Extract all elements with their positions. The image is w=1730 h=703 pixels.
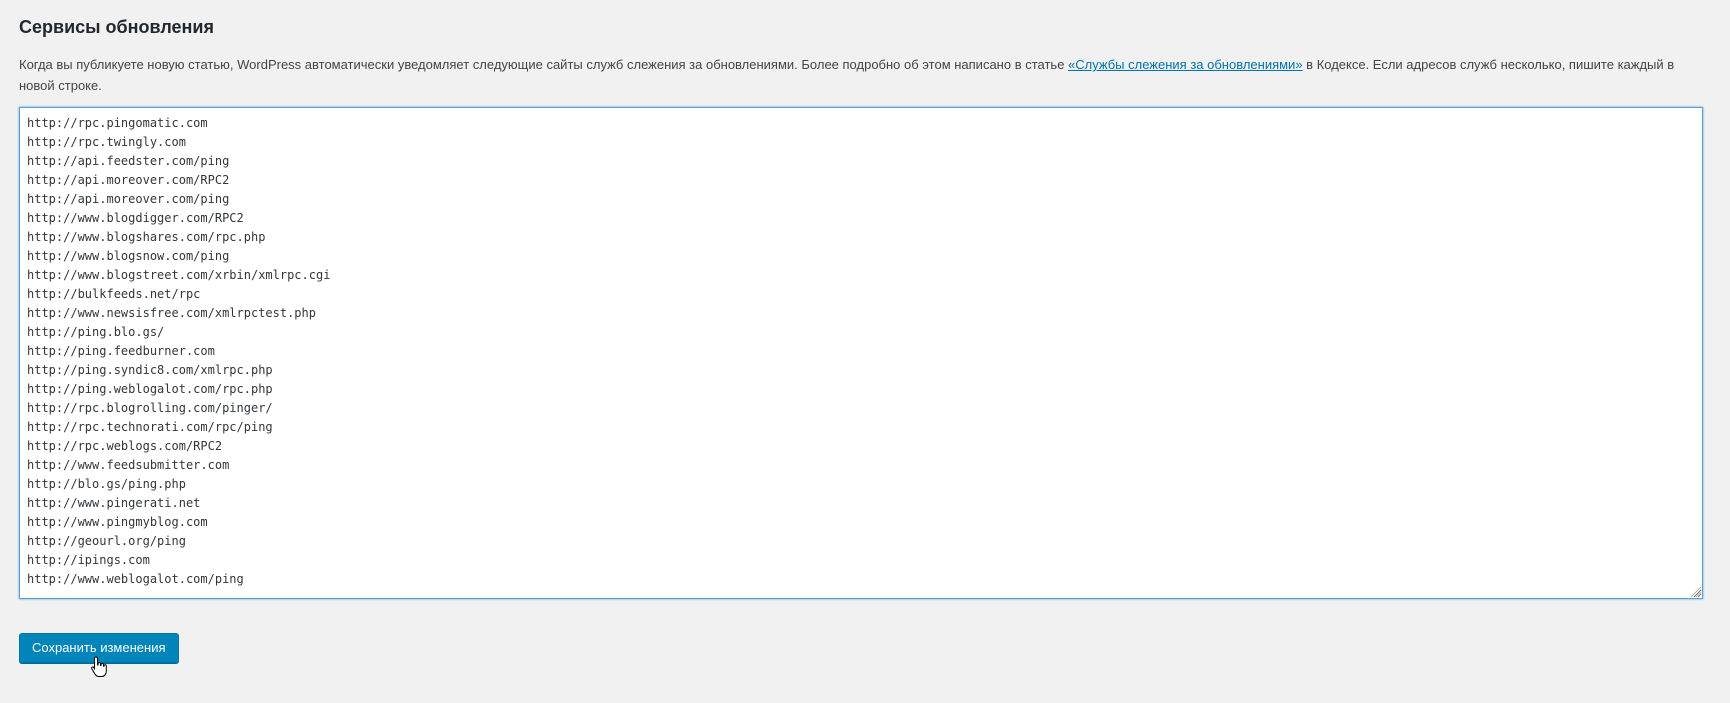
section-description: Когда вы публикуете новую статью, WordPr… (19, 54, 1709, 96)
update-services-link[interactable]: «Службы слежения за обновлениями» (1068, 57, 1303, 72)
update-services-settings: Сервисы обновления Когда вы публикуете н… (0, 0, 1730, 703)
section-title: Сервисы обновления (19, 17, 214, 37)
ping-sites-textarea[interactable]: http://rpc.pingomatic.com http://rpc.twi… (19, 107, 1703, 599)
hand-pointer-icon (91, 656, 107, 677)
resize-grip-icon[interactable] (1691, 587, 1701, 597)
description-text-before: Когда вы публикуете новую статью, WordPr… (19, 57, 1069, 72)
